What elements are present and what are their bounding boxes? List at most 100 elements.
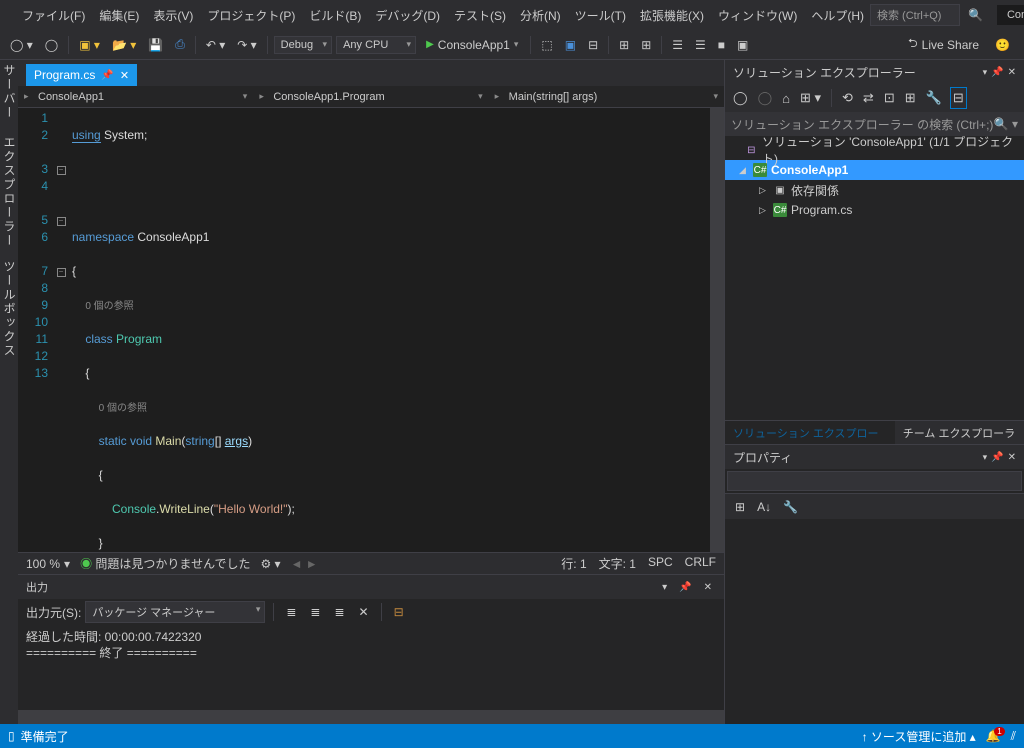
output-btn-3[interactable]: ≣ xyxy=(330,603,348,621)
properties-wrench-icon[interactable]: 🔧 xyxy=(779,498,802,516)
menu-build[interactable]: ビルド(B) xyxy=(303,3,367,28)
output-btn-2[interactable]: ≣ xyxy=(306,603,324,621)
categorize-icon[interactable]: ⊞ xyxy=(731,498,749,516)
notifications-button[interactable]: 🔔1 xyxy=(986,729,1001,743)
se-home-icon[interactable]: ⌂ xyxy=(780,89,792,108)
se-view-icon[interactable]: ⊞ ▾ xyxy=(798,88,823,108)
toolbar-icon-7[interactable]: ☰ xyxy=(691,36,710,54)
fold-icon[interactable]: − xyxy=(57,268,66,277)
toolbox-tab[interactable]: ツールボックス xyxy=(0,260,18,358)
new-project-button[interactable]: ▣ ▾ xyxy=(75,36,104,54)
alphabetical-icon[interactable]: A↓ xyxy=(753,498,775,516)
toolbar-icon-6[interactable]: ☰ xyxy=(668,36,687,54)
indent-mode[interactable]: SPC xyxy=(648,555,673,572)
menu-edit[interactable]: 編集(E) xyxy=(93,3,145,28)
nav-back-button[interactable]: ◯ ▾ xyxy=(6,36,37,54)
menu-debug[interactable]: デバッグ(D) xyxy=(369,3,446,28)
code-editor[interactable]: 12345678910111213 −−− using System; name… xyxy=(18,108,724,552)
save-all-button[interactable]: ⎙ xyxy=(171,35,189,54)
nav-class-dropdown[interactable]: ConsoleApp1.Program xyxy=(253,89,488,105)
se-refresh-icon[interactable]: ⟲ xyxy=(840,88,855,108)
output-btn-5[interactable]: ⊟ xyxy=(390,603,408,621)
menu-tools[interactable]: ツール(T) xyxy=(569,3,632,28)
pin-icon[interactable]: 📌 xyxy=(101,70,113,81)
code-body[interactable]: using System; namespace ConsoleApp1 { 0 … xyxy=(68,108,710,552)
toolbar-icon-2[interactable]: ▣ xyxy=(561,36,580,54)
status-resize-grip[interactable]: ⫽ xyxy=(1011,729,1016,744)
zoom-level[interactable]: 100 % ▾ xyxy=(26,557,70,571)
tab-team-explorer[interactable]: チーム エクスプローラー xyxy=(895,421,1024,444)
menu-test[interactable]: テスト(S) xyxy=(448,3,512,28)
output-source-label: 出力元(S): xyxy=(26,604,81,621)
output-source-dropdown[interactable]: パッケージ マネージャー xyxy=(85,601,265,623)
codelens-references[interactable]: 0 個の参照 xyxy=(85,301,133,312)
fold-icon[interactable]: − xyxy=(57,217,66,226)
start-debug-button[interactable]: ▶ ConsoleApp1 ▾ xyxy=(420,36,524,54)
nav-forward-button[interactable]: ◯ xyxy=(41,36,62,54)
live-share-button[interactable]: Live Share xyxy=(922,38,979,52)
solution-explorer-search[interactable]: ソリューション エクスプローラー の検索 (Ctrl+;) 🔍 ▾ xyxy=(725,112,1024,136)
redo-button[interactable]: ↷ ▾ xyxy=(233,36,260,54)
tab-solution-explorer[interactable]: ソリューション エクスプローラー xyxy=(725,421,895,444)
output-btn-1[interactable]: ≣ xyxy=(282,603,300,621)
close-tab-icon[interactable]: ✕ xyxy=(120,69,129,82)
se-properties-icon[interactable]: 🔧 xyxy=(924,88,944,108)
feedback-icon[interactable]: 🙂 xyxy=(995,38,1010,52)
menu-extensions[interactable]: 拡張機能(X) xyxy=(634,3,710,28)
menu-analyze[interactable]: 分析(N) xyxy=(514,3,567,28)
se-preview-icon[interactable]: ⊟ xyxy=(950,87,967,109)
panel-dropdown-icon[interactable]: ▾ xyxy=(983,67,988,78)
toolbar-icon-8[interactable]: ■ xyxy=(714,36,729,54)
se-collapse-icon[interactable]: ⇄ xyxy=(861,88,876,108)
error-nav[interactable]: ⚙ ▾ xyxy=(260,557,280,571)
se-sync-icon[interactable]: ⊞ xyxy=(903,88,918,108)
menu-view[interactable]: 表示(V) xyxy=(147,3,199,28)
vertical-scrollbar[interactable] xyxy=(710,108,724,552)
toolbar-icon-3[interactable]: ⊟ xyxy=(584,36,602,54)
tree-dependencies-node[interactable]: ▷ ▣ 依存関係 xyxy=(725,180,1024,200)
panel-dropdown-icon[interactable]: ▾ xyxy=(658,580,671,595)
open-file-button[interactable]: 📂 ▾ xyxy=(108,36,140,54)
save-button[interactable]: 💾 xyxy=(144,36,167,54)
close-panel-icon[interactable]: ✕ xyxy=(1008,452,1016,463)
source-control-button[interactable]: ↑ ソース管理に追加 ▴ xyxy=(862,728,976,745)
server-explorer-tab[interactable]: サーバー エクスプローラー xyxy=(0,64,18,248)
se-fwd-icon[interactable]: ◯ xyxy=(756,88,775,108)
csproj-icon: C# xyxy=(753,163,767,177)
properties-title: プロパティ xyxy=(733,449,983,466)
quick-launch-input[interactable]: 検索 (Ctrl+Q) xyxy=(870,4,960,26)
close-panel-icon[interactable]: ✕ xyxy=(700,580,716,595)
se-show-all-icon[interactable]: ⊡ xyxy=(882,88,897,108)
pin-panel-icon[interactable]: 📌 xyxy=(991,452,1003,463)
toolbar-icon-1[interactable]: ⬚ xyxy=(537,36,556,54)
horizontal-scrollbar[interactable] xyxy=(18,710,724,724)
pin-panel-icon[interactable]: 📌 xyxy=(991,67,1003,78)
editor-tab-program-cs[interactable]: Program.cs 📌 ✕ xyxy=(26,64,137,86)
output-btn-4[interactable]: ✕ xyxy=(355,603,373,621)
solution-platform-dropdown[interactable]: Any CPU xyxy=(336,36,416,54)
menu-project[interactable]: プロジェクト(P) xyxy=(201,3,301,28)
issues-indicator[interactable]: ◉ 問題は見つかりませんでした xyxy=(80,555,250,572)
solution-config-dropdown[interactable]: Debug xyxy=(274,36,332,54)
close-panel-icon[interactable]: ✕ xyxy=(1008,67,1016,78)
panel-dropdown-icon[interactable]: ▾ xyxy=(983,452,988,463)
tree-file-node[interactable]: ▷ C# Program.cs xyxy=(725,200,1024,220)
pin-panel-icon[interactable]: 📌 xyxy=(675,580,695,595)
undo-button[interactable]: ↶ ▾ xyxy=(202,36,229,54)
tree-solution-node[interactable]: ⊟ ソリューション 'ConsoleApp1' (1/1 プロジェクト) xyxy=(725,140,1024,160)
menu-file[interactable]: ファイル(F) xyxy=(16,3,91,28)
fold-icon[interactable]: − xyxy=(57,166,66,175)
codelens-references[interactable]: 0 個の参照 xyxy=(99,403,147,414)
line-ending[interactable]: CRLF xyxy=(685,555,716,572)
nav-method-dropdown[interactable]: Main(string[] args) xyxy=(489,89,724,105)
menu-help[interactable]: ヘルプ(H) xyxy=(805,3,870,28)
output-text[interactable]: 経過した時間: 00:00:00.7422320 ========== 終了 =… xyxy=(18,625,724,710)
toolbar-icon-9[interactable]: ▣ xyxy=(733,36,752,54)
search-icon[interactable]: 🔍 xyxy=(964,8,987,22)
nav-project-dropdown[interactable]: ConsoleApp1 xyxy=(18,89,253,105)
solution-icon: ⊟ xyxy=(745,143,758,157)
toolbar-icon-5[interactable]: ⊞ xyxy=(637,36,655,54)
se-back-icon[interactable]: ◯ xyxy=(731,88,750,108)
toolbar-icon-4[interactable]: ⊞ xyxy=(615,36,633,54)
menu-window[interactable]: ウィンドウ(W) xyxy=(712,3,803,28)
